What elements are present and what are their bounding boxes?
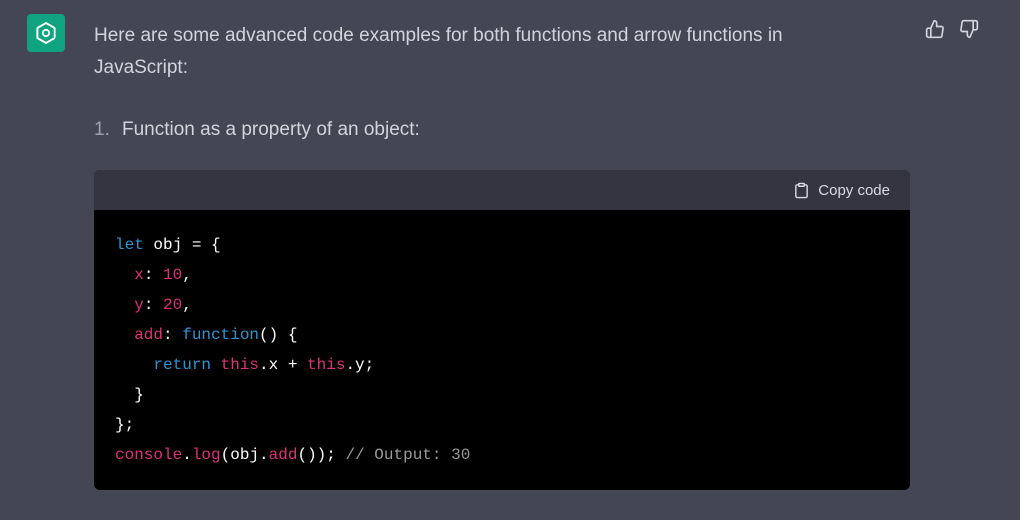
thumbs-down-icon xyxy=(960,19,979,39)
code-token: .y; xyxy=(345,356,375,374)
code-token: } xyxy=(115,386,144,404)
feedback-buttons xyxy=(924,18,980,40)
code-token: : xyxy=(143,296,164,314)
code-token: () { xyxy=(259,326,298,344)
code-token: . xyxy=(182,446,192,464)
code-token: .x + xyxy=(259,356,308,374)
code-token: , xyxy=(182,296,192,314)
code-token: : xyxy=(163,326,183,344)
code-token: let xyxy=(115,236,144,254)
list-item: 1. Function as a property of an object: xyxy=(94,114,420,146)
code-line: }; xyxy=(115,410,890,440)
list-item-text: Function as a property of an object: xyxy=(122,119,420,140)
code-line: console.log(obj.add()); // Output: 30 xyxy=(115,440,890,470)
code-token: obj = { xyxy=(143,236,221,254)
code-token: ()); xyxy=(297,446,346,464)
code-body: let obj = { x: 10, y: 20, add: function(… xyxy=(94,210,910,470)
message-intro: Here are some advanced code examples for… xyxy=(94,25,783,78)
code-line: add: function() { xyxy=(115,320,890,350)
code-token: }; xyxy=(115,416,135,434)
code-token: x xyxy=(134,266,144,284)
code-line: } xyxy=(115,380,890,410)
code-token: add xyxy=(268,446,298,464)
code-token: function xyxy=(182,326,260,344)
clipboard-icon xyxy=(795,182,809,198)
code-token: return xyxy=(153,356,212,374)
code-token: : xyxy=(143,266,164,284)
code-token: add xyxy=(134,326,164,344)
code-line: x: 10, xyxy=(115,260,890,290)
code-token: this xyxy=(307,356,346,374)
assistant-avatar xyxy=(27,14,65,52)
code-token: y xyxy=(134,296,144,314)
thumbs-down-button[interactable] xyxy=(958,18,980,40)
code-token: 20 xyxy=(163,296,183,314)
code-line: return this.x + this.y; xyxy=(115,350,890,380)
list-item-number: 1. xyxy=(94,119,110,140)
code-line: let obj = { xyxy=(115,230,890,260)
thumbs-up-icon xyxy=(925,19,944,39)
code-token: 10 xyxy=(163,266,183,284)
code-block: Copy code let obj = { x: 10, y: 20, add:… xyxy=(94,170,910,490)
code-block-header: Copy code xyxy=(94,170,910,210)
code-token: log xyxy=(191,446,221,464)
copy-code-button[interactable]: Copy code xyxy=(793,181,890,200)
copy-code-label: Copy code xyxy=(818,181,890,199)
openai-logo-icon xyxy=(36,22,56,44)
code-line: y: 20, xyxy=(115,290,890,320)
code-token: // Output: 30 xyxy=(345,446,471,464)
code-token: (obj. xyxy=(220,446,269,464)
code-token: , xyxy=(182,266,192,284)
code-token: this xyxy=(220,356,260,374)
code-token: console xyxy=(115,446,183,464)
thumbs-up-button[interactable] xyxy=(924,18,946,40)
